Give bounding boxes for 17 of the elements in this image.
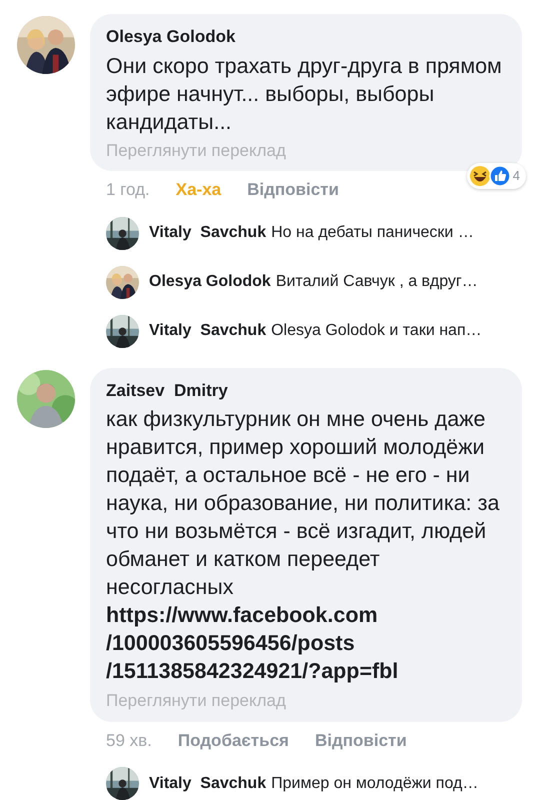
reply-author[interactable]: Vitaly Savchuk [149,319,266,343]
thumbs-up-icon [488,165,511,187]
reply-author[interactable]: Olesya Golodok [149,270,271,294]
reply-author[interactable]: Vitaly Savchuk [149,221,266,245]
comment-author[interactable]: Olesya Golodok [106,24,506,50]
reply-author[interactable]: Vitaly Savchuk [149,772,266,796]
comment-link[interactable]: https://www.facebook.com/100003605596456/posts/1511385842324921/?app=fbl [106,601,506,685]
comment-time: 1 год. [106,179,150,201]
reply-snippet[interactable]: Olesya Golodok и таки нап… [271,319,482,343]
reply-snippet[interactable]: Виталий Савчук , а вдруг… [276,270,478,294]
reply-snippet[interactable]: Пример он молодёжи под… [271,772,478,796]
comment-author[interactable]: Zaitsev Dmitry [106,378,506,403]
comment-time: 59 хв. [106,730,152,752]
reply-snippet[interactable]: Но на дебаты панически … [271,221,474,245]
comment-text: Они скоро трахать друг-друга в прямом эфире начнут... выборы, выборы кандидаты... [106,52,503,136]
reaction-count: 4 [512,167,520,186]
laughing-emoji-icon [468,165,491,187]
